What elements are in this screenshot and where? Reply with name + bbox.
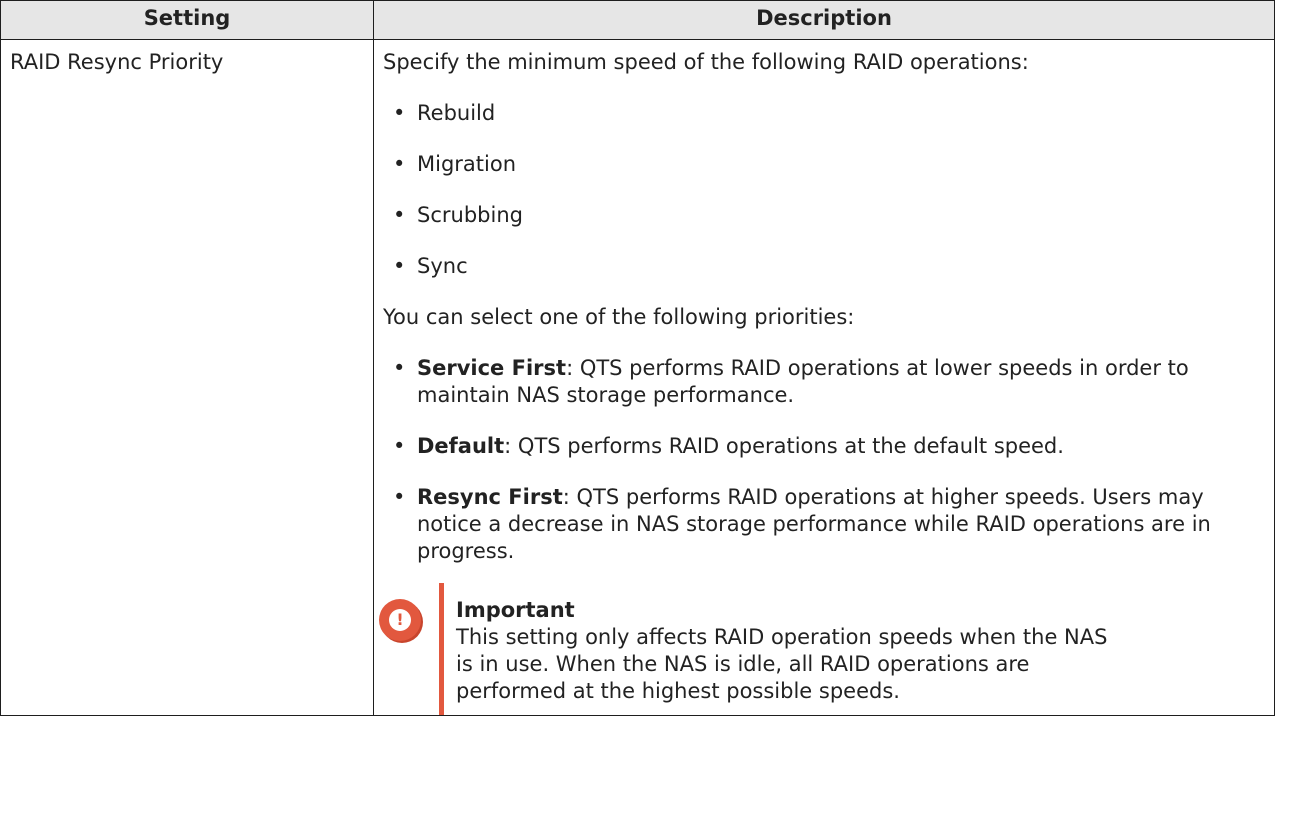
important-icon-wrapper: ! — [379, 583, 439, 641]
description-cell: Specify the minimum speed of the followi… — [373, 39, 1275, 716]
priority-term: Resync First — [417, 485, 563, 509]
important-note: ! Important This setting only affects RA… — [379, 583, 1264, 715]
operations-list: Rebuild Migration Scrubbing Sync — [383, 100, 1264, 280]
list-item-priority: Service First: QTS performs RAID operati… — [393, 355, 1264, 409]
setting-name: RAID Resync Priority — [0, 39, 374, 716]
list-item-operation: Scrubbing — [393, 202, 1264, 229]
important-text: This setting only affects RAID operation… — [456, 625, 1108, 703]
important-accent-bar — [439, 583, 444, 715]
list-item-priority: Default: QTS performs RAID operations at… — [393, 433, 1264, 460]
list-item-priority: Resync First: QTS performs RAID operatio… — [393, 484, 1264, 565]
important-exclamation-icon: ! — [379, 599, 421, 641]
list-item-operation: Sync — [393, 253, 1264, 280]
priority-term: Service First — [417, 356, 567, 380]
column-header-setting: Setting — [0, 0, 374, 40]
list-item-operation: Migration — [393, 151, 1264, 178]
priorities-list: Service First : QTS performs RAID operati… — [383, 355, 1264, 565]
exclamation-glyph: ! — [389, 609, 411, 631]
priority-term: Default — [417, 434, 505, 458]
list-item-operation: Rebuild — [393, 100, 1264, 127]
column-header-description: Description — [373, 0, 1275, 40]
document-page: Setting Description RAID Resync Priority… — [0, 0, 1290, 821]
priorities-intro: You can select one of the following prio… — [383, 305, 855, 329]
description-intro: Specify the minimum speed of the followi… — [383, 50, 1029, 74]
important-title: Important — [456, 598, 575, 622]
important-body: Important This setting only affects RAID… — [456, 583, 1116, 705]
settings-table: Setting Description RAID Resync Priority… — [0, 0, 1275, 716]
table-row: RAID Resync Priority Specify the minimum… — [0, 39, 1275, 716]
priority-description: : QTS performs RAID operations at the de… — [504, 434, 1064, 458]
table-header-row: Setting Description — [0, 0, 1275, 40]
